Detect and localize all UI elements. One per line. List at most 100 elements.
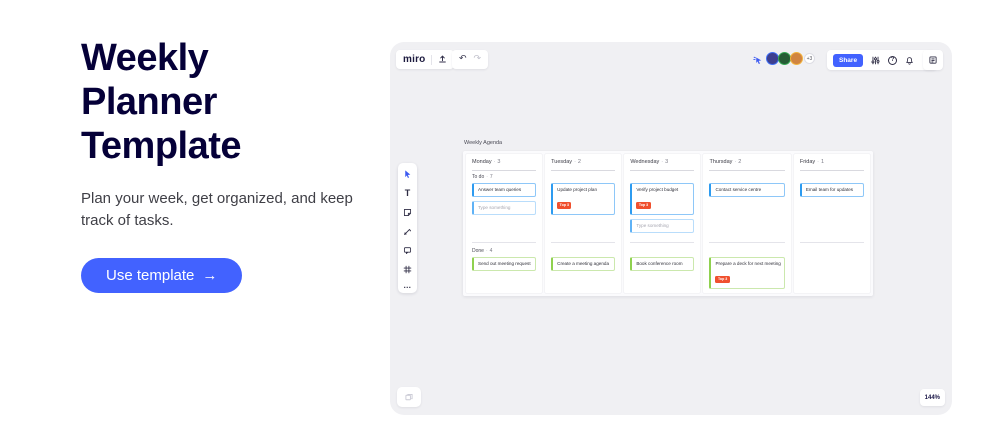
task-card[interactable]: Update project plan Top 3 [551, 183, 616, 215]
card-text: Create a meeting agenda [557, 261, 609, 266]
undo-button[interactable]: ↶ [459, 55, 467, 64]
column-header: Friday · 1 [800, 159, 864, 167]
task-card[interactable]: Answer team queries [472, 183, 537, 197]
placeholder-card[interactable]: Type something [472, 200, 537, 215]
done-section-spacer [800, 245, 864, 257]
actions-toolbar: Share ? [827, 50, 938, 70]
card-text: Book conference room [636, 261, 683, 266]
task-card-done[interactable]: Create a meeting agenda [551, 257, 616, 271]
minimap-button[interactable] [404, 393, 414, 402]
done-section [800, 243, 864, 289]
select-tool-button[interactable] [403, 169, 412, 179]
task-card-done[interactable]: Book conference room [630, 257, 695, 271]
avatar-overflow-badge[interactable]: +3 [804, 53, 815, 64]
done-cards: Prepare a deck for next meeting Top 3 [709, 257, 785, 289]
task-card-done[interactable]: Send out meeting request [472, 257, 537, 271]
help-button[interactable]: ? [888, 55, 898, 65]
day-label: Thursday [709, 159, 733, 165]
separator: · [661, 159, 664, 165]
sliders-icon [871, 56, 880, 64]
text-tool-icon: T [404, 187, 411, 198]
day-label: Tuesday [551, 159, 573, 165]
task-card[interactable]: Contact service centre [709, 183, 785, 197]
use-template-button[interactable]: Use template → [81, 257, 243, 293]
todo-section-label: To do · 7 [472, 171, 536, 183]
column-friday: Friday · 1 Email team for updates [793, 154, 870, 293]
share-button[interactable]: Share [833, 53, 864, 67]
text-tool-button[interactable]: T [404, 187, 411, 198]
minimap-pill [397, 387, 421, 407]
comment-tool-button[interactable] [403, 246, 412, 255]
task-card-done[interactable]: Prepare a deck for next meeting Top 3 [709, 257, 785, 289]
todo-section-spacer [551, 171, 615, 183]
filters-button[interactable] [871, 56, 880, 65]
miro-logo[interactable]: miro [403, 54, 425, 65]
arrow-right-icon: → [202, 266, 218, 284]
done-section: Done · 4 Send out meeting request [472, 243, 537, 289]
day-count: 3 [497, 159, 501, 165]
separator: · [574, 159, 576, 165]
separator: · [486, 174, 488, 180]
column-header: Monday · 3 [472, 159, 536, 167]
column-wednesday: Wednesday · 3 Verify project budget Top … [624, 154, 701, 293]
history-toolbar: ↶ ↷ [452, 50, 489, 69]
board-panel-button[interactable] [928, 55, 938, 65]
tools-toolbar: T … [398, 163, 417, 293]
export-button[interactable] [438, 55, 447, 64]
card-placeholder-text: Type something [478, 204, 511, 210]
todo-section-spacer [800, 171, 864, 183]
undo-icon: ↶ [459, 54, 467, 64]
column-tuesday: Tuesday · 2 Update project plan Top 3 Cr… [545, 154, 622, 293]
bell-icon [906, 56, 913, 65]
zoom-level-badge[interactable]: 144% [919, 389, 945, 406]
done-count: 4 [489, 248, 493, 254]
column-thursday: Thursday · 2 Contact service centre Prep… [703, 154, 791, 293]
done-cards: Send out meeting request [472, 257, 537, 271]
select-cursor-icon [405, 170, 411, 178]
redo-button[interactable]: ↷ [474, 55, 482, 64]
day-count: 1 [820, 159, 825, 165]
frame-icon [403, 265, 412, 274]
card-tag: Top 3 [557, 202, 572, 210]
hero-section: Weekly Planner Template Plan your week, … [81, 36, 381, 293]
card-text: Prepare a deck for next meeting [715, 261, 781, 266]
task-card[interactable]: Verify project budget Top 3 [630, 183, 695, 215]
done-section: Prepare a deck for next meeting Top 3 [709, 243, 785, 289]
day-count: 2 [577, 159, 581, 165]
column-monday: Monday · 3 To do · 7 Answer team queries [466, 154, 543, 293]
help-icon: ? [888, 55, 898, 65]
cursor-icon [753, 56, 762, 64]
card-text: Email team for updates [805, 187, 854, 192]
logo-toolbar: miro [396, 50, 455, 69]
todo-section-spacer [709, 171, 784, 183]
card-tag: Top 3 [636, 202, 651, 210]
sticky-note-icon [403, 208, 412, 216]
placeholder-card[interactable]: Type something [630, 218, 695, 233]
task-card[interactable]: Email team for updates [799, 183, 864, 197]
card-placeholder-text: Type something [636, 222, 669, 228]
side-panel-toggle-pill [923, 50, 943, 70]
done-cards: Create a meeting agenda [551, 257, 616, 271]
pen-tool-button[interactable] [403, 227, 412, 236]
frame-tool-button[interactable] [403, 265, 412, 274]
follow-cursors-button[interactable] [752, 55, 763, 65]
card-text: Contact service centre [715, 187, 762, 192]
sticky-note-tool-button[interactable] [403, 208, 412, 217]
avatar[interactable] [790, 52, 803, 65]
hero-description: Plan your week, get organized, and keep … [81, 190, 353, 229]
done-section-spacer [551, 245, 615, 257]
day-count: 2 [738, 159, 742, 165]
separator: · [485, 248, 488, 254]
toolbar-divider [431, 54, 433, 65]
card-tag: Top 3 [715, 276, 730, 284]
separator: · [817, 159, 819, 165]
notes-panel-icon [929, 56, 937, 64]
notifications-button[interactable] [905, 56, 914, 65]
todo-section-spacer [630, 171, 694, 183]
more-icon: … [403, 280, 412, 290]
todo-cards: Email team for updates [799, 183, 864, 197]
done-section-label: Done · 4 [472, 245, 536, 257]
todo-label: To do [472, 174, 485, 180]
day-count: 3 [665, 159, 669, 165]
more-tools-button[interactable]: … [403, 280, 412, 290]
